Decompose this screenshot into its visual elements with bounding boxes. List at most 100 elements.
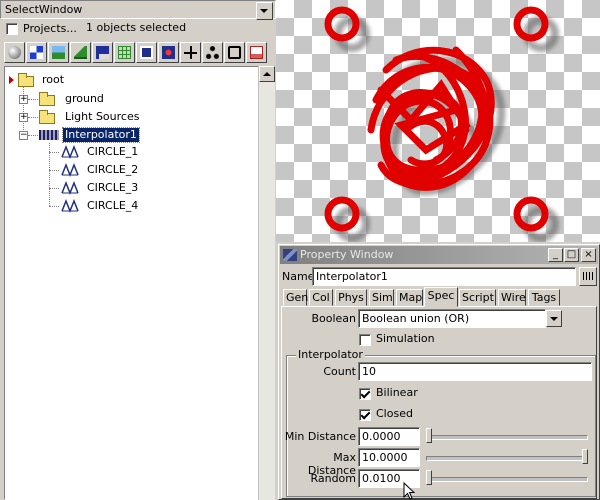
max-distance-slider[interactable] xyxy=(426,448,588,467)
name-field[interactable]: Interpolator1 xyxy=(312,267,576,286)
landscape-button[interactable] xyxy=(48,42,69,63)
simulation-label: Simulation xyxy=(376,332,435,345)
maximize-button[interactable]: □ xyxy=(564,248,579,262)
bilinear-label: Bilinear xyxy=(376,386,418,399)
collapse-interpolator-icon[interactable]: − xyxy=(19,131,28,140)
tab-script[interactable]: Script xyxy=(459,289,496,306)
folder-icon xyxy=(18,73,34,87)
scene-render xyxy=(324,6,559,242)
max-distance-field[interactable]: 10.0000 xyxy=(358,448,420,467)
curve-icon xyxy=(61,181,79,195)
tree-scrollbar[interactable] xyxy=(258,66,275,500)
name-label: Name xyxy=(282,270,315,283)
tab-gen[interactable]: Gen xyxy=(283,289,308,306)
sphere-icon xyxy=(8,46,21,59)
bars-icon xyxy=(583,272,593,280)
simulation-checkbox[interactable] xyxy=(359,334,371,346)
save-button[interactable] xyxy=(92,42,113,63)
tree-label-light-sources: Light Sources xyxy=(65,110,140,123)
tab-map[interactable]: Map xyxy=(396,289,423,306)
tab-col[interactable]: Col xyxy=(309,289,333,306)
save-icon xyxy=(96,46,109,59)
tab-tags[interactable]: Tags xyxy=(528,289,560,306)
light-icon xyxy=(162,46,175,59)
document-icon xyxy=(250,46,263,59)
scene-tree[interactable]: root + ground + Light Sources − Interpol… xyxy=(4,66,262,500)
chart-button[interactable] xyxy=(136,42,157,63)
folder-icon xyxy=(39,92,55,106)
light-button[interactable] xyxy=(158,42,179,63)
slider-track xyxy=(426,435,588,440)
tree-line xyxy=(28,135,38,136)
frame-button[interactable] xyxy=(224,42,245,63)
slider-track xyxy=(426,477,588,482)
name-options-button[interactable] xyxy=(579,267,597,286)
terrain-button[interactable] xyxy=(70,42,91,63)
interpolator-icon xyxy=(39,130,59,140)
mouse-cursor-icon xyxy=(403,482,415,500)
projects-row: Projects... 1 objects selected xyxy=(0,19,276,39)
property-window-title: Property Window xyxy=(300,248,394,261)
slider-thumb[interactable] xyxy=(426,428,432,443)
chevron-up-icon xyxy=(263,72,271,76)
network-button[interactable] xyxy=(202,42,223,63)
tree-line xyxy=(49,206,59,207)
tab-phys[interactable]: Phys xyxy=(335,289,367,306)
tree-line xyxy=(49,152,59,153)
spec-panel: Boolean Boolean union (OR) Simulation In… xyxy=(281,306,597,499)
boolean-select[interactable]: Boolean union (OR) xyxy=(358,309,546,328)
slider-thumb[interactable] xyxy=(582,449,588,464)
count-field[interactable]: 10 xyxy=(358,362,592,381)
tree-line xyxy=(49,188,59,189)
app-icon xyxy=(283,249,297,261)
tree-label-circle-3: CIRCLE_3 xyxy=(87,181,139,194)
projects-checkbox[interactable] xyxy=(6,23,18,35)
sphere-button[interactable] xyxy=(4,42,25,63)
terrain-icon xyxy=(74,46,87,59)
random-slider[interactable] xyxy=(426,469,588,488)
landscape-icon xyxy=(52,46,65,59)
chart-icon xyxy=(140,46,153,59)
select-window-dropdown[interactable]: SelectWindow xyxy=(0,0,276,20)
tree-line xyxy=(28,99,38,100)
checker-button[interactable] xyxy=(26,42,47,63)
tree-label-root: root xyxy=(42,73,65,86)
min-distance-field[interactable]: 0.0000 xyxy=(358,427,420,446)
dropdown-arrow-button[interactable] xyxy=(256,2,273,20)
close-button[interactable]: × xyxy=(581,248,596,262)
curve-icon xyxy=(61,145,79,159)
property-window: Property Window _ □ × Name Interpolator1… xyxy=(278,244,600,500)
tab-wire[interactable]: Wire xyxy=(498,289,526,306)
grid-icon xyxy=(118,46,131,59)
selection-status: 1 objects selected xyxy=(86,21,187,34)
grid-button[interactable] xyxy=(114,42,135,63)
chevron-down-icon xyxy=(260,9,268,13)
bilinear-checkbox[interactable] xyxy=(359,388,371,400)
tree-icon xyxy=(184,46,197,59)
expand-ground-icon[interactable]: + xyxy=(19,95,28,104)
render-viewport[interactable] xyxy=(276,0,600,242)
boolean-label: Boolean xyxy=(311,312,356,325)
min-distance-slider[interactable] xyxy=(426,427,588,446)
curve-icon xyxy=(61,163,79,177)
document-button[interactable] xyxy=(246,42,267,63)
property-window-titlebar[interactable]: Property Window _ □ × xyxy=(280,246,598,264)
tree-label-ground: ground xyxy=(65,92,104,105)
tab-spec[interactable]: Spec xyxy=(424,287,458,307)
closed-label: Closed xyxy=(376,407,413,420)
slider-track xyxy=(426,456,588,461)
network-icon xyxy=(206,46,219,59)
tree-line xyxy=(49,170,59,171)
random-label: Random xyxy=(310,472,356,485)
tree-button[interactable] xyxy=(180,42,201,63)
slider-thumb[interactable] xyxy=(426,470,432,485)
tab-sim[interactable]: Sim xyxy=(369,289,394,306)
checker-icon xyxy=(30,46,43,59)
closed-checkbox[interactable] xyxy=(359,409,371,421)
projects-label: Projects... xyxy=(23,22,77,35)
minimize-button[interactable]: _ xyxy=(548,248,563,262)
boolean-dropdown-button[interactable] xyxy=(546,310,562,327)
interpolated-mesh xyxy=(367,46,495,191)
expand-light-sources-icon[interactable]: + xyxy=(19,113,28,122)
scroll-up-button[interactable] xyxy=(259,66,275,82)
